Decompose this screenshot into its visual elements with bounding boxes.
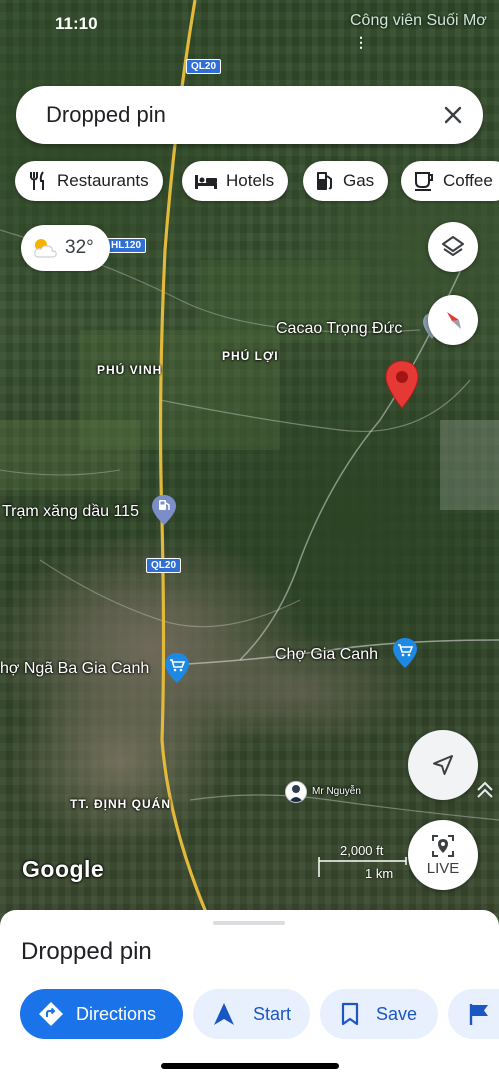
map-label-phu-loi: PHÚ LỢI: [222, 349, 279, 363]
map-label-user: Mr Nguyễn: [312, 786, 361, 797]
avatar[interactable]: [285, 781, 307, 803]
chip-coffee[interactable]: Coffee: [401, 161, 499, 201]
coffee-cup-icon: [415, 172, 433, 191]
road-shield-ql20-bottom: QL20: [146, 558, 182, 573]
start-label: Start: [253, 1003, 292, 1024]
map-label-phu-vinh: PHÚ VINH: [97, 363, 163, 377]
start-button[interactable]: Start: [193, 989, 310, 1039]
layers-icon: [442, 236, 464, 256]
gas-station-marker-icon[interactable]: [151, 494, 177, 526]
bed-icon: [195, 175, 217, 189]
label-button[interactable]: [448, 989, 499, 1039]
scale-bar: [318, 857, 407, 877]
directions-icon: [39, 1002, 63, 1026]
google-logo: Google: [22, 856, 105, 882]
directions-label: Directions: [76, 1003, 157, 1024]
chip-label: Gas: [343, 171, 375, 190]
flag-icon: [469, 1004, 488, 1025]
directions-button[interactable]: Directions: [20, 989, 183, 1039]
save-label: Save: [376, 1003, 418, 1024]
map-view[interactable]: 11:10 Công viên Suối Mơ ⋮ QL20 HL120 QL2…: [0, 0, 499, 930]
live-view-button[interactable]: LIVE: [408, 820, 478, 890]
bookmark-icon: [341, 1002, 359, 1026]
map-label-dinh-quan: TT. ĐỊNH QUÁN: [70, 797, 171, 811]
live-view-icon: [432, 835, 454, 857]
chip-restaurants[interactable]: Restaurants: [15, 161, 163, 201]
save-button[interactable]: Save: [320, 989, 438, 1039]
weather-badge[interactable]: 32°: [21, 225, 110, 271]
dropped-pin-icon[interactable]: [384, 360, 420, 410]
chip-gas[interactable]: Gas: [303, 161, 389, 201]
compass-button[interactable]: [428, 295, 478, 345]
drag-dots-icon: ⋮: [354, 34, 368, 50]
market-marker-icon[interactable]: [392, 637, 418, 669]
chip-label: Restaurants: [57, 171, 149, 190]
layers-button[interactable]: [428, 222, 478, 272]
navigation-arrow-icon: [214, 1003, 234, 1025]
road-shield-hl120: HL120: [106, 238, 147, 253]
map-label-gas-station[interactable]: Trạm xăng dầu 115: [2, 503, 139, 521]
sheet-title: Dropped pin: [21, 938, 152, 965]
chip-label: Hotels: [226, 171, 275, 190]
chip-hotels[interactable]: Hotels: [182, 161, 289, 201]
weather-temperature: 32°: [65, 237, 94, 258]
map-label-park: Công viên Suối Mơ: [350, 12, 487, 29]
search-bar[interactable]: Dropped pin: [16, 86, 483, 144]
search-input[interactable]: Dropped pin: [46, 102, 166, 128]
live-label: LIVE: [426, 860, 460, 877]
partly-cloudy-icon: [34, 239, 57, 258]
compass-icon: [447, 312, 461, 329]
sheet-drag-handle[interactable]: [213, 921, 285, 925]
road-shield-ql20-top: QL20: [186, 59, 222, 74]
map-label-market-gia-canh[interactable]: Chợ Gia Canh: [275, 646, 378, 664]
chevron-up-icon[interactable]: [475, 778, 495, 802]
map-label-market-nga-ba[interactable]: hợ Ngã Ba Gia Canh: [0, 660, 149, 678]
place-sheet[interactable]: Dropped pin Directions Start Save: [0, 910, 499, 1080]
close-icon[interactable]: [441, 103, 465, 127]
map-label-cacao[interactable]: Cacao Trọng Đức: [276, 320, 402, 338]
chip-label: Coffee: [443, 171, 493, 190]
gas-station-icon: [317, 172, 332, 190]
navigation-arrow-icon: [433, 755, 453, 775]
my-location-button[interactable]: [408, 730, 478, 800]
market-marker-icon[interactable]: [164, 652, 190, 684]
scale-imperial: 2,000 ft: [340, 843, 384, 858]
home-indicator: [161, 1063, 339, 1069]
fork-knife-icon: [30, 171, 44, 190]
status-time: 11:10: [55, 14, 98, 33]
